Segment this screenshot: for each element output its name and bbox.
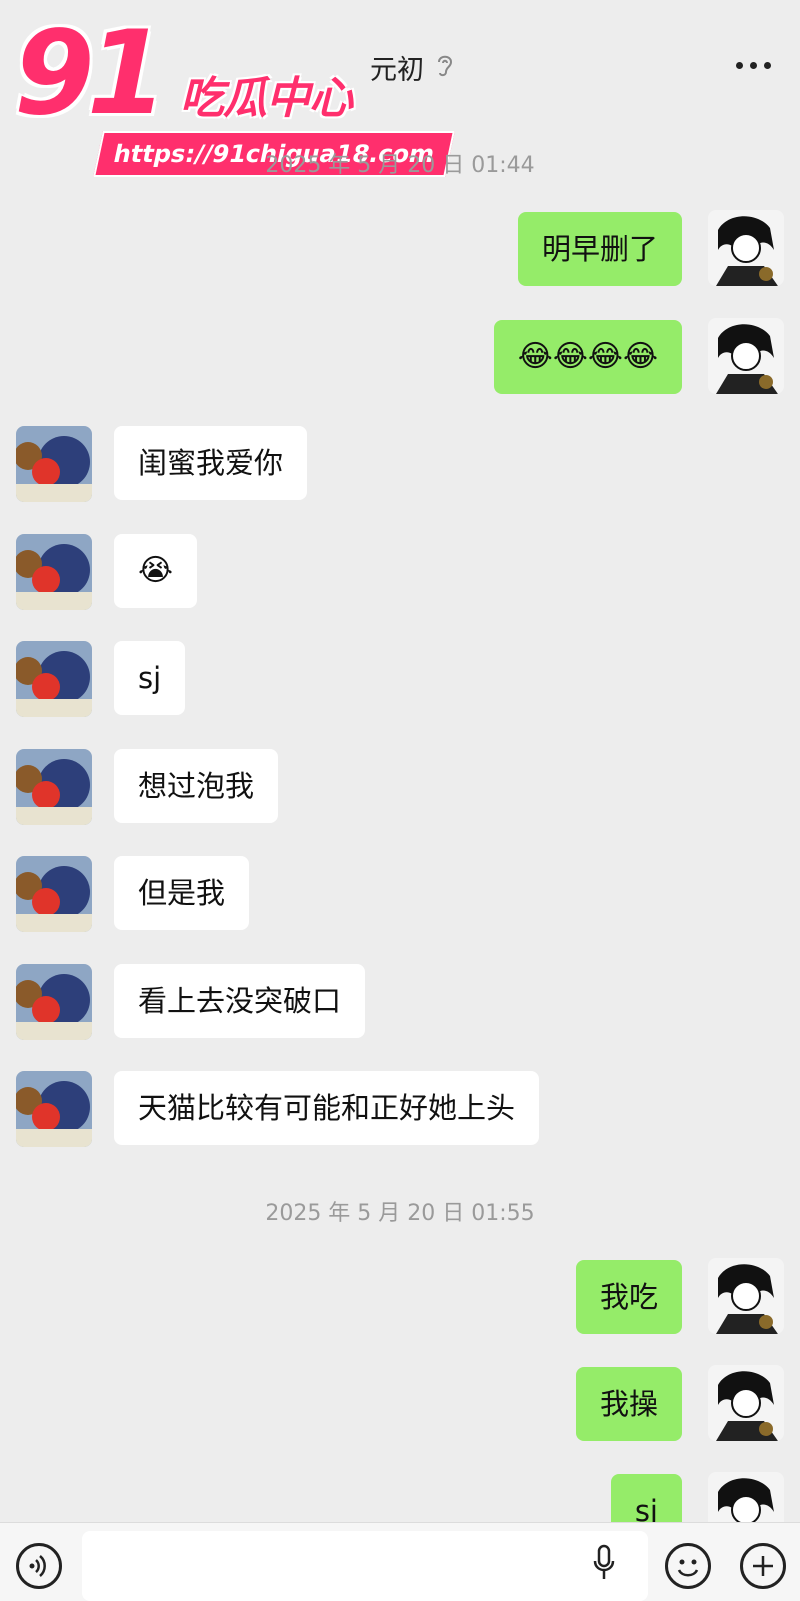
watermark-logo: 91 吃瓜中心 https://91chigua18.com: [14, 6, 456, 177]
outgoing-message[interactable]: 我吃: [575, 1260, 682, 1334]
ear-icon: [438, 55, 453, 77]
my-avatar[interactable]: [708, 1258, 784, 1334]
incoming-message[interactable]: sj: [114, 641, 186, 715]
input-bar: [0, 1522, 800, 1601]
outgoing-message[interactable]: 明早删了: [517, 212, 682, 286]
outgoing-message[interactable]: 我操: [575, 1367, 682, 1441]
incoming-message[interactable]: 但是我: [114, 856, 250, 930]
message-input[interactable]: [82, 1531, 648, 1601]
microphone-icon[interactable]: [592, 1543, 616, 1583]
more-dots-icon[interactable]: [736, 62, 772, 72]
incoming-message[interactable]: 天猫比较有可能和正好她上头: [114, 1071, 540, 1145]
incoming-message[interactable]: 😭: [114, 534, 198, 608]
voice-icon[interactable]: [16, 1543, 62, 1589]
timestamp: 2025 年 5 月 20 日 01:44: [265, 153, 535, 178]
incoming-message[interactable]: 看上去没突破口: [114, 964, 366, 1038]
contact-avatar[interactable]: [16, 1071, 92, 1147]
watermark-number: 91: [14, 6, 167, 141]
contact-avatar[interactable]: [16, 641, 92, 717]
my-avatar[interactable]: [708, 210, 784, 286]
contact-avatar[interactable]: [16, 749, 92, 825]
contact-avatar[interactable]: [16, 856, 92, 932]
incoming-message[interactable]: 闺蜜我爱你: [114, 426, 308, 500]
timestamp: 2025 年 5 月 20 日 01:55: [265, 1201, 535, 1226]
emoji-icon[interactable]: [665, 1543, 711, 1589]
contact-avatar[interactable]: [16, 534, 92, 610]
my-avatar[interactable]: [708, 1365, 784, 1441]
outgoing-message[interactable]: 😂😂😂😂: [493, 320, 682, 394]
incoming-message[interactable]: 想过泡我: [114, 749, 279, 823]
contact-avatar[interactable]: [16, 426, 92, 502]
contact-avatar[interactable]: [16, 964, 92, 1040]
watermark-brand: 吃瓜中心: [180, 73, 353, 124]
my-avatar[interactable]: [708, 318, 784, 394]
plus-icon[interactable]: [740, 1543, 786, 1589]
